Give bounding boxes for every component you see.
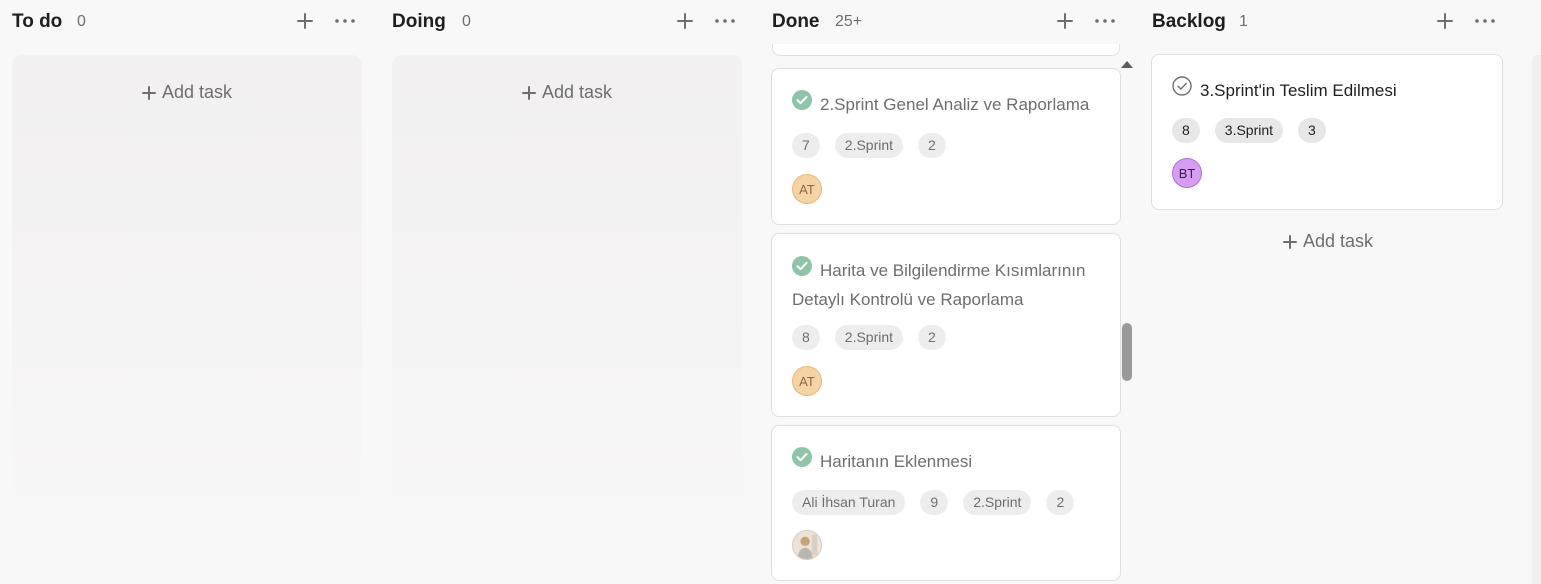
add-task-button[interactable]: Add task xyxy=(142,82,232,103)
column-options-button[interactable] xyxy=(1472,8,1498,34)
add-task-header-button[interactable] xyxy=(1432,8,1458,34)
add-task-button[interactable]: Add task xyxy=(522,82,612,103)
task-card[interactable]: Harita ve Bilgilendirme Kısımlarının Det… xyxy=(771,233,1121,417)
sprint-pill[interactable]: 2.Sprint xyxy=(963,490,1032,515)
column-drop-zone: Add task xyxy=(392,55,742,520)
sprint-pill[interactable]: 2.Sprint xyxy=(834,133,904,158)
column-header: To do 0 xyxy=(12,0,362,44)
column-header: Backlog 1 xyxy=(1152,0,1502,44)
done-column-scrollbar[interactable] xyxy=(1120,52,1134,584)
task-title-text: 3.Sprint'in Teslim Edilmesi xyxy=(1200,81,1397,100)
column-title[interactable]: Doing xyxy=(392,11,446,33)
task-title-text: Haritanın Eklenmesi xyxy=(820,452,973,471)
task-title[interactable]: 2.Sprint Genel Analiz ve Raporlama xyxy=(792,89,1090,120)
column-options-button[interactable] xyxy=(1092,8,1118,34)
add-task-label: Add task xyxy=(542,82,613,102)
task-card[interactable]: 3.Sprint'in Teslim Edilmesi 8 3.Sprint 3… xyxy=(1151,54,1503,210)
add-task-button[interactable]: Add task xyxy=(1283,231,1373,252)
add-task-header-button[interactable] xyxy=(672,8,698,34)
task-count: 25+ xyxy=(835,13,863,30)
ellipsis-icon xyxy=(1095,19,1115,23)
task-tags: 8 3.Sprint 3 xyxy=(1172,118,1326,143)
story-points-pill[interactable]: 7 xyxy=(792,133,820,158)
sprint-pill[interactable]: 2.Sprint xyxy=(834,325,904,350)
check-circle-filled-icon[interactable] xyxy=(792,89,812,118)
ellipsis-icon xyxy=(1475,19,1495,23)
column-title[interactable]: Backlog xyxy=(1152,11,1226,33)
task-title[interactable]: Haritanın Eklenmesi xyxy=(792,446,973,477)
priority-pill[interactable]: 3 xyxy=(1298,118,1326,143)
column-title[interactable]: Done xyxy=(772,11,820,33)
task-title-text: 2.Sprint Genel Analiz ve Raporlama xyxy=(820,95,1090,114)
assignee-photo-avatar[interactable] xyxy=(792,530,822,560)
task-count: 0 xyxy=(77,13,86,30)
story-points-pill[interactable]: 9 xyxy=(920,490,949,515)
add-task-label: Add task xyxy=(162,82,233,102)
task-card-partial[interactable] xyxy=(772,44,1120,56)
assignee-avatar[interactable]: AT xyxy=(792,174,822,204)
story-points-pill[interactable]: 8 xyxy=(1172,118,1200,143)
story-points-pill[interactable]: 8 xyxy=(792,325,820,350)
sprint-pill[interactable]: 3.Sprint xyxy=(1214,118,1284,143)
assignee-name-pill[interactable]: Ali İhsan Turan xyxy=(792,490,906,515)
column-header: Doing 0 xyxy=(392,0,742,44)
add-task-label: Add task xyxy=(1303,231,1374,251)
add-task-header-button[interactable] xyxy=(292,8,318,34)
task-count: 1 xyxy=(1239,13,1248,30)
plus-icon xyxy=(522,85,536,100)
column-options-button[interactable] xyxy=(712,8,738,34)
check-circle-filled-icon[interactable] xyxy=(792,255,812,284)
plus-icon xyxy=(1437,13,1453,29)
plus-icon xyxy=(297,13,313,29)
priority-pill[interactable]: 2 xyxy=(918,133,946,158)
task-tags: 8 2.Sprint 2 xyxy=(792,325,946,350)
task-card[interactable]: 2.Sprint Genel Analiz ve Raporlama 7 2.S… xyxy=(771,68,1121,225)
plus-icon xyxy=(1283,234,1297,249)
scrollbar-thumb[interactable] xyxy=(1122,323,1132,381)
priority-pill[interactable]: 2 xyxy=(918,325,946,350)
column-options-button[interactable] xyxy=(332,8,358,34)
assignee-avatar[interactable]: BT xyxy=(1172,158,1202,188)
priority-pill[interactable]: 2 xyxy=(1046,490,1075,515)
plus-icon xyxy=(677,13,693,29)
scroll-up-arrow-icon[interactable] xyxy=(1121,61,1133,68)
task-title[interactable]: 3.Sprint'in Teslim Edilmesi xyxy=(1172,75,1397,106)
check-circle-filled-icon[interactable] xyxy=(792,446,812,475)
column-title[interactable]: To do xyxy=(12,11,62,33)
add-task-header-button[interactable] xyxy=(1052,8,1078,34)
column-header: Done 25+ xyxy=(772,0,1122,44)
column-todo: To do 0 Add task xyxy=(12,0,362,584)
task-title[interactable]: Harita ve Bilgilendirme Kısımlarının Det… xyxy=(792,255,1112,313)
plus-icon xyxy=(142,85,156,100)
ellipsis-icon xyxy=(335,19,355,23)
task-tags: Ali İhsan Turan 9 2.Sprint 2 xyxy=(792,490,1075,515)
column-drop-zone: Add task xyxy=(12,55,362,520)
task-card[interactable]: Haritanın Eklenmesi Ali İhsan Turan 9 2.… xyxy=(771,425,1121,581)
plus-icon xyxy=(1057,13,1073,29)
task-tags: 7 2.Sprint 2 xyxy=(792,133,946,158)
check-circle-outline-icon[interactable] xyxy=(1172,75,1192,104)
task-count: 0 xyxy=(462,13,471,30)
next-column-edge xyxy=(1532,55,1541,584)
assignee-avatar[interactable]: AT xyxy=(792,366,822,396)
column-doing: Doing 0 Add task xyxy=(392,0,742,584)
task-title-line2: Detaylı Kontrolü ve Raporlama xyxy=(792,289,1024,309)
task-title-line1: Harita ve Bilgilendirme Kısımlarının xyxy=(820,261,1086,280)
ellipsis-icon xyxy=(715,19,735,23)
person-photo-icon xyxy=(793,531,821,559)
